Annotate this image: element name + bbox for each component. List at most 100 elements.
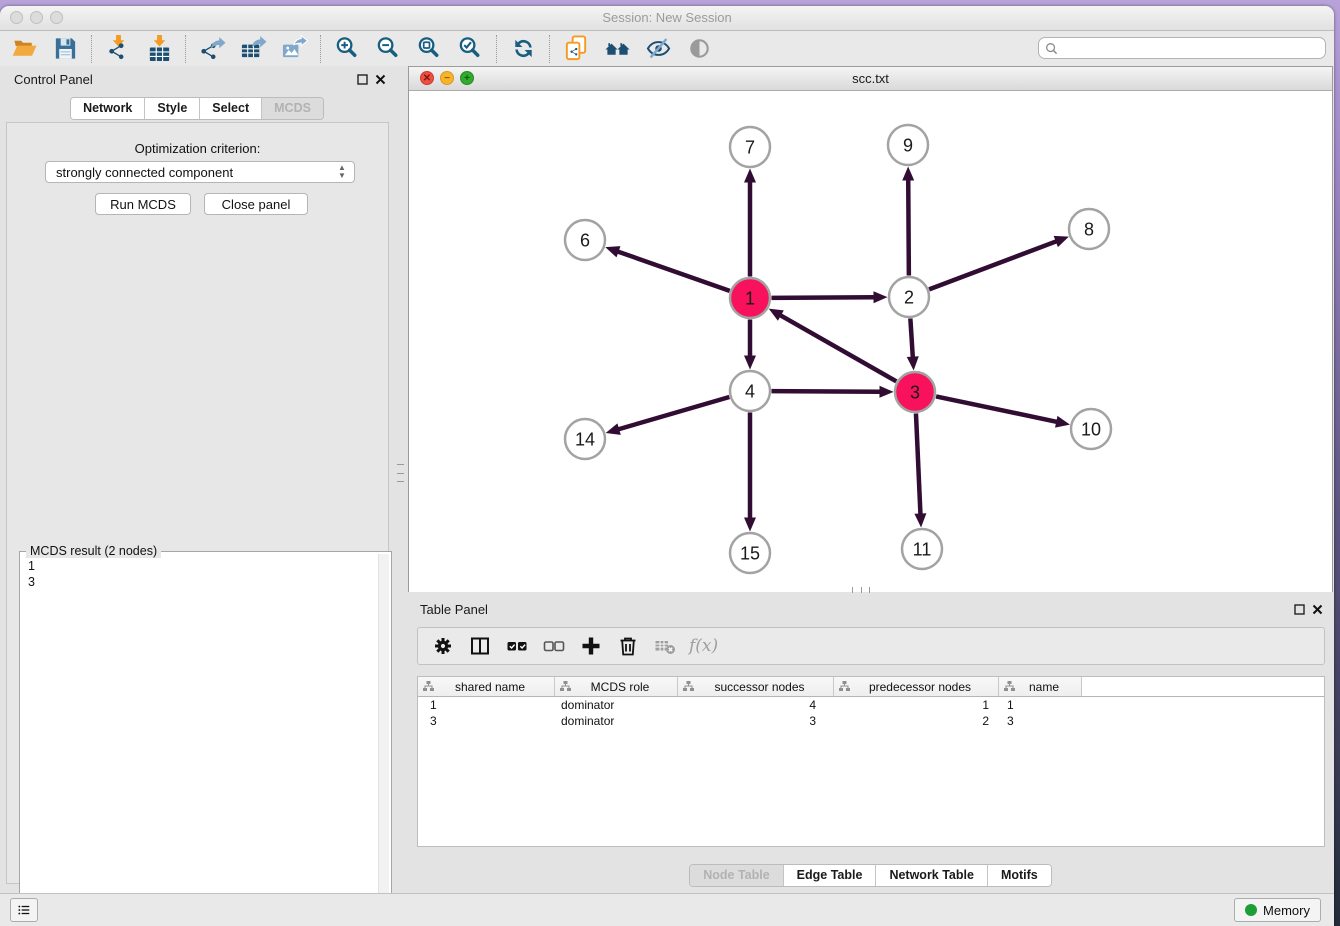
network-graph[interactable]: 7968124314101511 bbox=[409, 91, 1332, 592]
edge-2-9[interactable] bbox=[908, 179, 909, 275]
network-window-titlebar[interactable]: ✕ − + scc.txt bbox=[409, 67, 1332, 91]
float-panel-icon[interactable] bbox=[357, 74, 368, 85]
edge-arrowhead bbox=[744, 169, 756, 183]
close-panel-icon[interactable] bbox=[375, 74, 386, 85]
checked-boxes-icon bbox=[506, 635, 528, 657]
hide-graphics-button[interactable] bbox=[642, 34, 675, 64]
export-image-button[interactable] bbox=[278, 34, 311, 64]
search-box[interactable] bbox=[1038, 37, 1326, 59]
table-toolbar: f(x) bbox=[417, 627, 1325, 665]
tab-edge-table[interactable]: Edge Table bbox=[783, 865, 876, 886]
table-cell[interactable]: 2 bbox=[834, 713, 999, 729]
zoom-out-icon bbox=[375, 35, 402, 62]
gear-icon bbox=[432, 635, 454, 657]
table-cell[interactable]: dominator bbox=[555, 713, 678, 729]
column-header-successor-nodes[interactable]: successor nodes bbox=[678, 677, 834, 696]
edge-1-6[interactable] bbox=[618, 251, 730, 290]
save-session-button[interactable] bbox=[49, 34, 82, 64]
table-row[interactable]: 3dominator323 bbox=[418, 713, 1324, 729]
table-cell[interactable]: 3 bbox=[418, 713, 555, 729]
edge-arrowhead bbox=[744, 518, 756, 532]
search-input[interactable] bbox=[1062, 39, 1325, 57]
table-options-button[interactable] bbox=[428, 631, 458, 661]
toolbar-separator bbox=[91, 35, 93, 63]
graph-node-label: 11 bbox=[913, 539, 932, 559]
column-header-predecessor-nodes[interactable]: predecessor nodes bbox=[834, 677, 999, 696]
mcds-result-list[interactable]: 13 bbox=[20, 556, 377, 926]
tab-motifs[interactable]: Motifs bbox=[987, 865, 1051, 886]
delete-columns-button[interactable] bbox=[613, 631, 643, 661]
table-row[interactable]: 1dominator411 bbox=[418, 697, 1324, 713]
edge-1-2[interactable] bbox=[771, 297, 874, 298]
edge-3-10[interactable] bbox=[936, 396, 1057, 421]
edge-arrowhead bbox=[1054, 236, 1069, 247]
zoom-fit-button[interactable] bbox=[413, 34, 446, 64]
control-panel-header: Control Panel bbox=[0, 70, 394, 90]
unselect-all-columns-button[interactable] bbox=[539, 631, 569, 661]
edge-arrowhead bbox=[873, 291, 887, 303]
show-column-panel-button[interactable] bbox=[465, 631, 495, 661]
desktop-background: Session: New Session bbox=[0, 0, 1340, 926]
edge-3-11[interactable] bbox=[916, 413, 921, 514]
mcds-panel: Optimization criterion: strongly connect… bbox=[6, 122, 389, 884]
apply-layout-button[interactable] bbox=[507, 34, 540, 64]
memory-button[interactable]: Memory bbox=[1234, 898, 1321, 922]
tab-select[interactable]: Select bbox=[199, 98, 261, 119]
task-history-button[interactable] bbox=[10, 898, 38, 922]
criterion-dropdown[interactable]: strongly connected component ▲▼ bbox=[45, 161, 355, 183]
select-all-columns-button[interactable] bbox=[502, 631, 532, 661]
tab-style[interactable]: Style bbox=[144, 98, 199, 119]
clone-network-button[interactable] bbox=[560, 34, 593, 64]
table-cell[interactable]: 1 bbox=[418, 697, 555, 713]
delete-table-button[interactable] bbox=[650, 631, 680, 661]
tab-network[interactable]: Network bbox=[71, 98, 144, 119]
edge-arrowhead bbox=[879, 386, 893, 398]
table-cell[interactable]: dominator bbox=[555, 697, 678, 713]
panel-divider-handle[interactable] bbox=[397, 464, 404, 482]
close-panel-icon[interactable] bbox=[1312, 604, 1323, 615]
column-type-icon bbox=[683, 681, 694, 692]
tab-network-table[interactable]: Network Table bbox=[875, 865, 987, 886]
edge-2-8[interactable] bbox=[929, 241, 1057, 289]
unchecked-boxes-icon bbox=[543, 635, 565, 657]
zoom-in-button[interactable] bbox=[331, 34, 364, 64]
app-window: Session: New Session bbox=[0, 6, 1334, 926]
import-table-button[interactable] bbox=[143, 34, 176, 64]
zoom-selected-button[interactable] bbox=[454, 34, 487, 64]
export-network-button[interactable] bbox=[196, 34, 229, 64]
edge-2-3[interactable] bbox=[910, 318, 912, 357]
toggle-panels-button[interactable] bbox=[683, 34, 716, 64]
float-panel-icon[interactable] bbox=[1294, 604, 1305, 615]
table-cell[interactable]: 3 bbox=[678, 713, 834, 729]
column-header-shared-name[interactable]: shared name bbox=[418, 677, 555, 696]
table-cell[interactable]: 1 bbox=[834, 697, 999, 713]
edge-3-1[interactable] bbox=[780, 315, 896, 381]
edge-4-3[interactable] bbox=[771, 391, 880, 392]
result-scrollbar[interactable] bbox=[378, 554, 389, 926]
table-tabs: Node TableEdge TableNetwork TableMotifs bbox=[408, 864, 1333, 887]
zoom-out-button[interactable] bbox=[372, 34, 405, 64]
column-header-MCDS-role[interactable]: MCDS role bbox=[555, 677, 678, 696]
export-table-button[interactable] bbox=[237, 34, 270, 64]
table-panel: Table Panel bbox=[408, 596, 1333, 894]
close-panel-button[interactable]: Close panel bbox=[204, 193, 308, 215]
trash-icon bbox=[617, 635, 639, 657]
column-header-name[interactable]: name bbox=[999, 677, 1082, 696]
open-folder-icon bbox=[11, 35, 38, 62]
open-session-button[interactable] bbox=[8, 34, 41, 64]
network-canvas[interactable]: 7968124314101511 bbox=[409, 91, 1332, 592]
create-column-button[interactable] bbox=[576, 631, 606, 661]
run-mcds-button[interactable]: Run MCDS bbox=[95, 193, 191, 215]
graph-node-label: 3 bbox=[910, 382, 920, 402]
split-divider-handle[interactable] bbox=[852, 587, 870, 593]
edge-4-14[interactable] bbox=[618, 397, 729, 429]
table-cell[interactable]: 4 bbox=[678, 697, 834, 713]
tab-node-table[interactable]: Node Table bbox=[690, 865, 782, 886]
edge-arrowhead bbox=[907, 356, 919, 370]
function-builder-icon[interactable]: f(x) bbox=[689, 636, 718, 656]
import-network-button[interactable] bbox=[102, 34, 135, 64]
network-home-button[interactable] bbox=[601, 34, 634, 64]
table-cell[interactable]: 3 bbox=[999, 713, 1082, 729]
tab-mcds[interactable]: MCDS bbox=[261, 98, 323, 119]
table-cell[interactable]: 1 bbox=[999, 697, 1082, 713]
